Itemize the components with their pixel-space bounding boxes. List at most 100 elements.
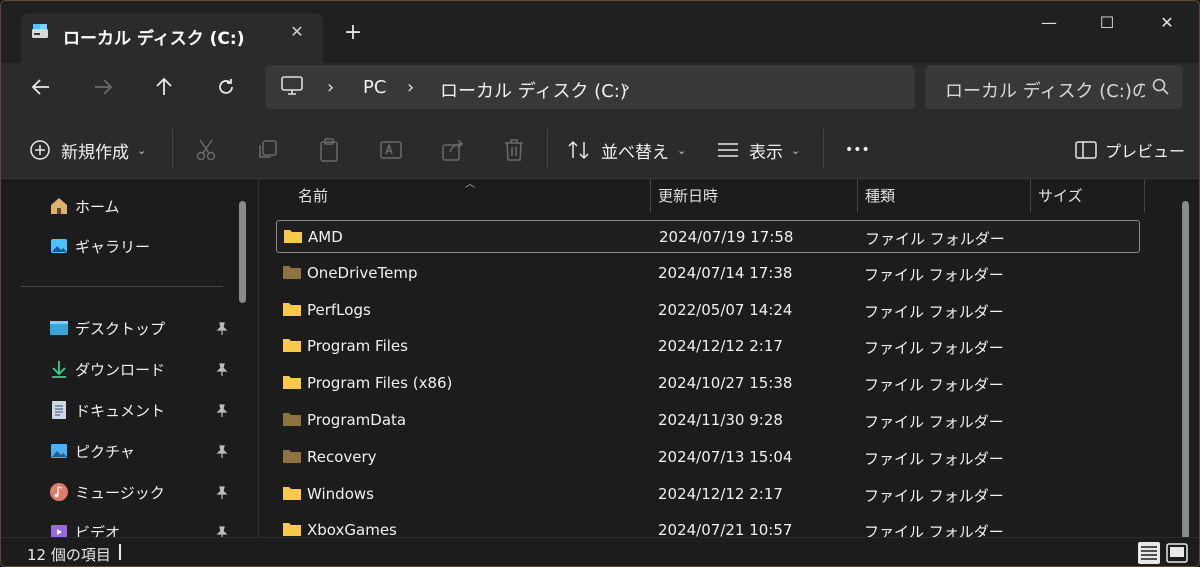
sidebar-label: ミュージック [75, 483, 165, 502]
navigation-bar: › PC › ローカル ディスク (C:) › ローカル ディスク (C:)の検… [1, 63, 1199, 117]
refresh-icon [219, 79, 233, 94]
minimize-button[interactable]: — [1037, 11, 1061, 35]
file-type: ファイル フォルダー [864, 376, 1004, 395]
file-row[interactable]: Program Files 2024/12/12 2:17 ファイル フォルダー [276, 330, 1140, 363]
folder-icon [283, 413, 301, 426]
share-icon[interactable] [440, 137, 466, 163]
music-icon [50, 483, 68, 501]
pin-icon[interactable] [215, 526, 229, 537]
chevron-right-icon[interactable]: › [327, 77, 334, 98]
breadcrumb-pc[interactable]: PC [363, 77, 386, 98]
item-count: 12 個の項目 [27, 546, 111, 564]
file-row[interactable]: XboxGames 2024/07/21 10:57 ファイル フォルダー [276, 514, 1140, 537]
sidebar-item-music[interactable]: ミュージック [49, 479, 165, 505]
column-header-name[interactable]: 名前 [290, 179, 328, 213]
details-view-icon[interactable] [1137, 541, 1161, 565]
file-type: ファイル フォルダー [864, 449, 1004, 468]
file-name: Windows [307, 484, 374, 503]
file-date: 2024/10/27 15:38 [658, 374, 793, 393]
file-type: ファイル フォルダー [864, 302, 1004, 321]
trash-icon[interactable] [501, 137, 527, 163]
view-label: 表示 [749, 142, 783, 163]
copy-icon[interactable] [255, 137, 281, 163]
up-button[interactable] [146, 73, 182, 101]
file-date: 2024/12/12 2:17 [658, 337, 783, 356]
refresh-button[interactable] [208, 73, 244, 101]
sort-button[interactable]: 並べ替え ⌄ [567, 137, 686, 163]
file-row[interactable]: Windows 2024/12/12 2:17 ファイル フォルダー [276, 478, 1140, 511]
paste-icon[interactable] [316, 137, 342, 163]
file-row[interactable]: AMD 2024/07/19 17:58 ファイル フォルダー [276, 220, 1140, 253]
search-input[interactable]: ローカル ディスク (C:)の検索 [945, 77, 1145, 103]
sidebar-item-downloads[interactable]: ダウンロード [49, 356, 165, 382]
plus-circle-icon [30, 140, 50, 160]
file-row[interactable]: Recovery 2024/07/13 15:04 ファイル フォルダー [276, 441, 1140, 474]
file-explorer-window: ローカル ディスク (C:) ✕ + — ☐ ✕ › PC › ローカル ディス… [0, 0, 1200, 567]
tab-local-disk[interactable]: ローカル ディスク (C:) ✕ [21, 13, 323, 63]
video-icon [51, 525, 67, 537]
thumbnail-view-icon[interactable] [1165, 541, 1189, 565]
view-button[interactable]: 表示 ⌄ [717, 137, 800, 163]
file-date: 2024/07/14 17:38 [658, 263, 793, 282]
close-tab-icon[interactable]: ✕ [287, 22, 307, 42]
file-row[interactable]: PerfLogs 2022/05/07 14:24 ファイル フォルダー [276, 294, 1140, 327]
sidebar-item-pictures[interactable]: ピクチャ [49, 438, 135, 464]
file-name: AMD [308, 228, 343, 246]
sidebar-item-home[interactable]: ホーム [49, 193, 120, 219]
preview-pane-icon [1075, 141, 1097, 159]
preview-pane-button[interactable]: プレビュー [1075, 137, 1185, 163]
rename-icon[interactable] [378, 137, 404, 163]
home-icon [51, 198, 67, 214]
divider [547, 129, 548, 169]
breadcrumb-local-disk[interactable]: ローカル ディスク (C:) [440, 77, 627, 103]
sidebar-item-desktop[interactable]: デスクトップ [49, 315, 165, 341]
status-bar: 12 個の項目 [1, 537, 1199, 566]
chevron-right-icon[interactable]: › [407, 77, 414, 98]
more-options-button[interactable]: ••• [845, 137, 870, 163]
folder-icon [283, 376, 301, 390]
sidebar-item-documents[interactable]: ドキュメント [49, 397, 165, 423]
folder-icon [284, 230, 302, 243]
maximize-button[interactable]: ☐ [1095, 11, 1119, 35]
drive-icon [32, 24, 48, 38]
divider [172, 129, 173, 169]
file-date: 2022/05/07 14:24 [658, 300, 793, 319]
sidebar-item-videos[interactable]: ビデオ [49, 519, 120, 537]
close-window-button[interactable]: ✕ [1155, 11, 1179, 35]
column-header-type[interactable]: 種類 [857, 179, 895, 213]
file-row[interactable]: ProgramData 2024/11/30 9:28 ファイル フォルダー [276, 404, 1140, 437]
chevron-down-icon: ⌄ [677, 143, 687, 157]
file-row[interactable]: Program Files (x86) 2024/10/27 15:38 ファイル … [276, 367, 1140, 400]
view-list-icon [718, 143, 738, 157]
address-bar[interactable]: › PC › ローカル ディスク (C:) › [265, 65, 915, 109]
folder-icon [283, 449, 301, 463]
pictures-icon [51, 444, 67, 458]
sidebar-label: ギャラリー [75, 237, 151, 256]
folder-icon [283, 265, 301, 279]
file-name: Program Files (x86) [307, 374, 453, 393]
column-header-date[interactable]: 更新日時 [650, 179, 718, 213]
pin-icon[interactable] [215, 445, 229, 459]
tab-title: ローカル ディスク (C:) [63, 29, 245, 49]
search-box[interactable]: ローカル ディスク (C:)の検索 [925, 65, 1183, 109]
file-name: Program Files [307, 337, 408, 356]
file-list-scrollbar[interactable] [1182, 201, 1189, 537]
pin-icon[interactable] [215, 322, 229, 336]
cut-icon[interactable] [193, 137, 219, 163]
arrow-right-icon [95, 79, 113, 95]
file-type: ファイル フォルダー [864, 265, 1004, 284]
file-row[interactable]: OneDriveTemp 2024/07/14 17:38 ファイル フォルダー [276, 257, 1140, 290]
new-button[interactable]: 新規作成 ⌄ [29, 137, 146, 163]
back-button[interactable] [23, 73, 59, 101]
pin-icon[interactable] [215, 486, 229, 500]
forward-button[interactable] [85, 73, 121, 101]
pin-icon[interactable] [215, 363, 229, 377]
chevron-right-icon[interactable]: › [623, 77, 630, 98]
column-separator[interactable] [1144, 179, 1145, 213]
column-header-size[interactable]: サイズ [1030, 179, 1083, 213]
file-name: XboxGames [307, 521, 397, 537]
sidebar-scrollbar[interactable] [239, 201, 246, 303]
new-tab-button[interactable]: + [341, 21, 365, 45]
sidebar-item-gallery[interactable]: ギャラリー [49, 233, 150, 259]
pin-icon[interactable] [215, 404, 229, 418]
